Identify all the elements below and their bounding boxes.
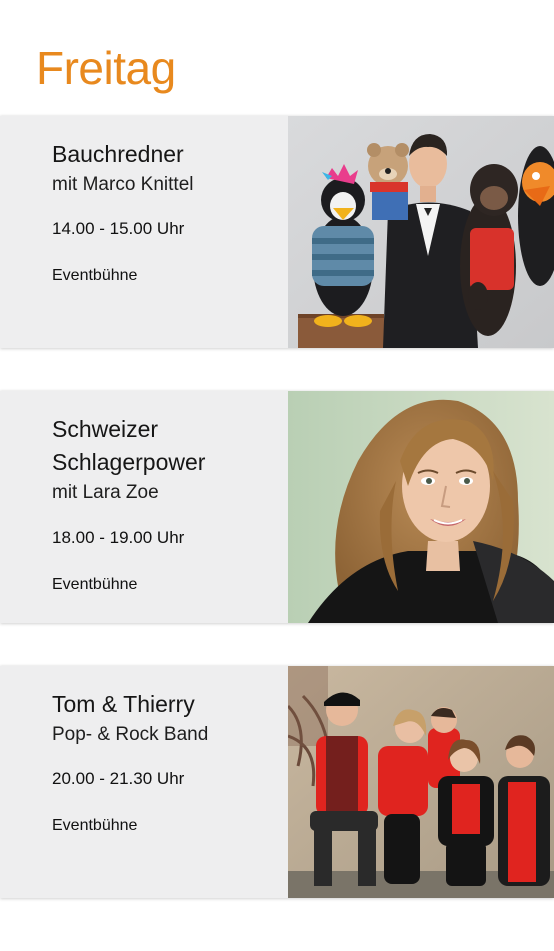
ventriloquist-photo [288, 116, 554, 348]
event-title-line-1: Schweizer [52, 416, 159, 442]
event-subtitle: Pop- & Rock Band [52, 724, 209, 745]
event-card-schlagerpower[interactable]: Schweizer Schlagerpower mit Lara Zoe 18.… [0, 391, 554, 623]
band-group-image [288, 666, 554, 898]
event-card-bauchredner[interactable]: Bauchredner mit Marco Knittel 14.00 - 15… [0, 116, 554, 348]
ventriloquist-with-puppets-image [288, 116, 554, 348]
event-subtitle: mit Lara Zoe [52, 482, 159, 503]
event-venue: Eventbühne [52, 817, 138, 834]
singer-photo [288, 391, 554, 623]
singer-portrait-image [288, 391, 554, 623]
event-schedule-page: Freitag Bauchredner mit Marco Knittel 14… [0, 0, 554, 951]
event-venue: Eventbühne [52, 576, 138, 593]
event-title: Bauchredner [52, 141, 184, 167]
event-card-tom-thierry[interactable]: Tom & Thierry Pop- & Rock Band 20.00 - 2… [0, 666, 554, 898]
event-title-line-2: Schlagerpower [52, 449, 206, 475]
event-venue: Eventbühne [52, 267, 138, 284]
event-time: 20.00 - 21.30 Uhr [52, 769, 185, 788]
event-subtitle: mit Marco Knittel [52, 174, 194, 195]
band-photo [288, 666, 554, 898]
event-time: 14.00 - 15.00 Uhr [52, 219, 185, 238]
day-heading: Freitag [36, 42, 176, 94]
event-time: 18.00 - 19.00 Uhr [52, 528, 185, 547]
event-title: Tom & Thierry [52, 691, 195, 717]
